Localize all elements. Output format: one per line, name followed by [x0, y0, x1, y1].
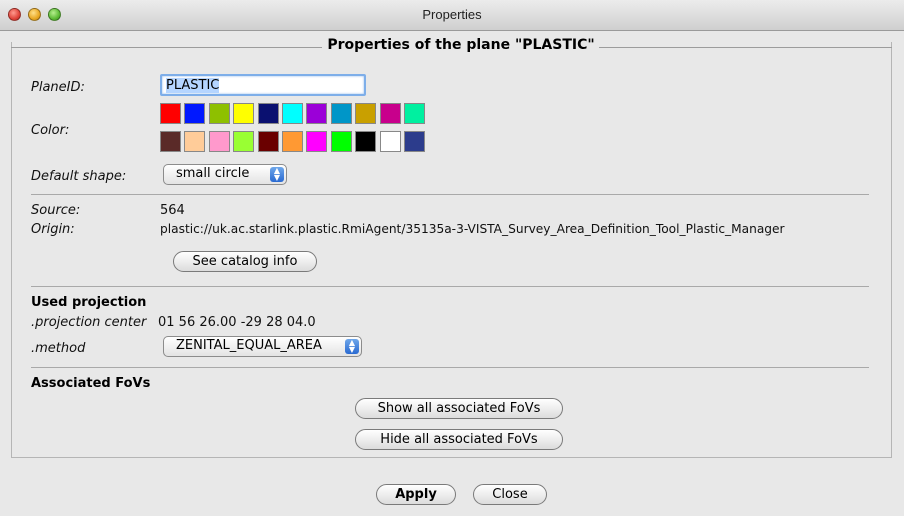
- color-swatch[interactable]: [184, 131, 206, 152]
- divider: [31, 367, 869, 368]
- color-swatch[interactable]: [330, 103, 352, 124]
- projection-center-label: .projection center: [31, 315, 147, 330]
- color-swatch[interactable]: [257, 131, 279, 152]
- color-swatch[interactable]: [355, 103, 377, 124]
- show-fovs-button[interactable]: Show all associated FoVs: [355, 398, 563, 419]
- panel-border-right: [599, 47, 892, 48]
- color-swatch[interactable]: [208, 131, 230, 152]
- source-label: Source:: [31, 203, 81, 218]
- method-label: .method: [31, 341, 86, 356]
- window-title: Properties: [422, 7, 482, 22]
- color-swatch[interactable]: [330, 131, 352, 152]
- color-swatch[interactable]: [233, 131, 255, 152]
- color-swatch[interactable]: [257, 103, 279, 124]
- plane-id-value: PLASTIC: [166, 78, 220, 93]
- color-swatch[interactable]: [379, 103, 401, 124]
- projection-center-value: 01 56 26.00 -29 28 04.0: [158, 315, 316, 330]
- plane-id-label: PlaneID:: [31, 80, 85, 95]
- properties-panel: [11, 42, 892, 458]
- projection-method-value: ZENITAL_EQUAL_AREA: [176, 338, 322, 353]
- divider: [31, 286, 869, 287]
- color-swatch[interactable]: [160, 103, 181, 124]
- color-swatch[interactable]: [306, 131, 328, 152]
- color-label: Color:: [31, 123, 70, 138]
- color-swatch[interactable]: [404, 131, 425, 152]
- panel-border-left: [11, 47, 322, 48]
- color-swatch[interactable]: [355, 131, 377, 152]
- panel-title: Properties of the plane "PLASTIC": [327, 37, 595, 53]
- close-button[interactable]: Close: [473, 484, 547, 505]
- origin-value: plastic://uk.ac.starlink.plastic.RmiAgen…: [160, 222, 785, 236]
- color-swatch[interactable]: [208, 103, 230, 124]
- default-shape-label: Default shape:: [31, 169, 127, 184]
- projection-method-select[interactable]: ZENITAL_EQUAL_AREA ▲ ▼: [163, 336, 362, 357]
- select-arrows-icon: ▲ ▼: [345, 339, 359, 354]
- color-swatch[interactable]: [306, 103, 328, 124]
- title-bar: Properties: [0, 0, 904, 31]
- color-swatch[interactable]: [379, 131, 401, 152]
- color-swatch[interactable]: [233, 103, 255, 124]
- color-swatch[interactable]: [404, 103, 425, 124]
- color-swatch[interactable]: [160, 131, 181, 152]
- divider: [31, 194, 869, 195]
- hide-fovs-button[interactable]: Hide all associated FoVs: [355, 429, 563, 450]
- default-shape-value: small circle: [176, 166, 250, 181]
- color-swatch[interactable]: [282, 131, 303, 152]
- default-shape-select[interactable]: small circle ▲ ▼: [163, 164, 287, 185]
- see-catalog-info-button[interactable]: See catalog info: [173, 251, 317, 272]
- origin-label: Origin:: [31, 222, 75, 237]
- plane-id-input[interactable]: PLASTIC: [160, 74, 366, 96]
- projection-heading: Used projection: [31, 295, 147, 310]
- color-swatch[interactable]: [184, 103, 206, 124]
- color-swatch[interactable]: [282, 103, 303, 124]
- source-value: 564: [160, 203, 185, 218]
- select-arrows-icon: ▲ ▼: [270, 167, 284, 182]
- apply-button[interactable]: Apply: [376, 484, 456, 505]
- fovs-heading: Associated FoVs: [31, 376, 151, 391]
